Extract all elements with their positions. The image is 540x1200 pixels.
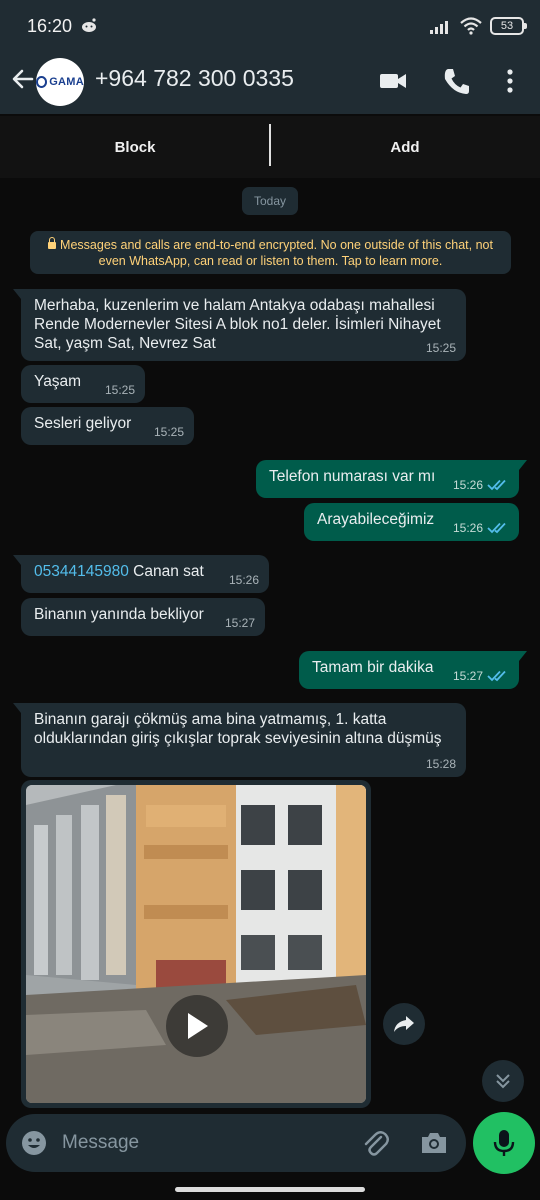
- play-icon[interactable]: [166, 995, 228, 1057]
- message-outgoing[interactable]: Telefon numarası var mı 15:26: [256, 460, 527, 498]
- attach-icon[interactable]: [362, 1129, 390, 1162]
- message-incoming[interactable]: Merhaba, kuzenlerim ve halam Antakya oda…: [13, 289, 466, 361]
- message-input[interactable]: [62, 1128, 352, 1158]
- gama-logo-icon: [36, 76, 48, 88]
- message-text: Arayabileceğimiz: [317, 511, 435, 528]
- message-outgoing[interactable]: Arayabileceğimiz 15:26: [304, 503, 519, 541]
- message-text: Sesleri geliyor: [34, 415, 132, 432]
- message-time: 15:26: [452, 521, 483, 535]
- encryption-notice[interactable]: Messages and calls are end-to-end encryp…: [30, 231, 511, 274]
- message-meta: 15:27: [453, 669, 509, 683]
- mic-icon[interactable]: [473, 1112, 535, 1174]
- message-composer: [6, 1114, 466, 1172]
- message-time: 15:25: [104, 383, 135, 397]
- block-button[interactable]: Block: [0, 116, 270, 178]
- battery-level: 53: [500, 20, 514, 32]
- message-text: Tamam bir dakika: [312, 659, 434, 676]
- message-text: Telefon numarası var mı: [269, 468, 436, 485]
- message-text: Binanın yanında bekliyor: [34, 606, 204, 623]
- video-message[interactable]: [21, 780, 371, 1108]
- message-incoming[interactable]: Binanın garajı çökmüş ama bina yatmamış,…: [13, 703, 466, 777]
- message-time: 15:27: [224, 616, 255, 630]
- scroll-down-icon[interactable]: [482, 1060, 524, 1102]
- avatar[interactable]: GAMA: [36, 58, 84, 106]
- lock-icon: [48, 237, 57, 249]
- camera-icon[interactable]: [420, 1130, 448, 1161]
- message-text: 05344145980 Canan sat: [34, 562, 204, 581]
- signal-icon: [430, 21, 448, 34]
- message-incoming[interactable]: Yaşam 15:25: [21, 365, 145, 403]
- chat-header: GAMA +964 782 300 0335: [0, 52, 540, 114]
- avatar-logo-text: GAMA: [49, 76, 84, 88]
- gesture-bar: [175, 1187, 365, 1192]
- phone-icon[interactable]: [442, 66, 470, 101]
- message-incoming[interactable]: 05344145980 Canan sat 15:26: [13, 555, 269, 593]
- read-receipt-icon: [487, 479, 506, 491]
- contact-name[interactable]: +964 782 300 0335: [95, 65, 294, 92]
- emoji-icon[interactable]: [20, 1129, 48, 1162]
- status-icons: 53: [430, 16, 527, 36]
- message-time: 15:28: [425, 757, 456, 771]
- unknown-contact-actions: Block Add: [0, 116, 540, 178]
- message-time: 15:25: [425, 341, 456, 355]
- back-arrow-icon[interactable]: [10, 66, 36, 97]
- message-outgoing[interactable]: Tamam bir dakika 15:27: [299, 651, 527, 689]
- message-text: Binanın garajı çökmüş ama bina yatmamış,…: [34, 711, 442, 747]
- read-receipt-icon: [487, 670, 506, 682]
- add-contact-button[interactable]: Add: [270, 116, 540, 178]
- message-incoming[interactable]: Sesleri geliyor 15:25: [21, 407, 194, 445]
- message-time: 15:25: [153, 425, 184, 439]
- message-meta: 15:26: [453, 478, 509, 492]
- status-bar: 16:20 53: [0, 0, 540, 52]
- message-text-suffix: Canan sat: [128, 563, 204, 580]
- date-separator: Today: [242, 187, 298, 215]
- battery-indicator: 53: [490, 17, 527, 35]
- message-time: 15:26: [452, 478, 483, 492]
- read-receipt-icon: [487, 522, 506, 534]
- encryption-text: Messages and calls are end-to-end encryp…: [60, 238, 493, 268]
- message-incoming[interactable]: Binanın yanında bekliyor 15:27: [21, 598, 265, 636]
- forward-icon[interactable]: [383, 1003, 425, 1045]
- message-meta: 15:26: [453, 521, 509, 535]
- video-call-icon[interactable]: [378, 66, 408, 101]
- status-time: 16:20: [27, 16, 73, 36]
- phone-number-link[interactable]: 05344145980: [34, 563, 129, 580]
- message-text: Yaşam: [34, 373, 82, 390]
- more-vert-icon[interactable]: [500, 66, 520, 101]
- reddit-notification-icon: [80, 17, 98, 38]
- message-text: Merhaba, kuzenlerim ve halam Antakya oda…: [34, 297, 441, 352]
- wifi-icon: [460, 17, 482, 35]
- message-time: 15:26: [228, 573, 259, 587]
- message-time: 15:27: [452, 669, 483, 683]
